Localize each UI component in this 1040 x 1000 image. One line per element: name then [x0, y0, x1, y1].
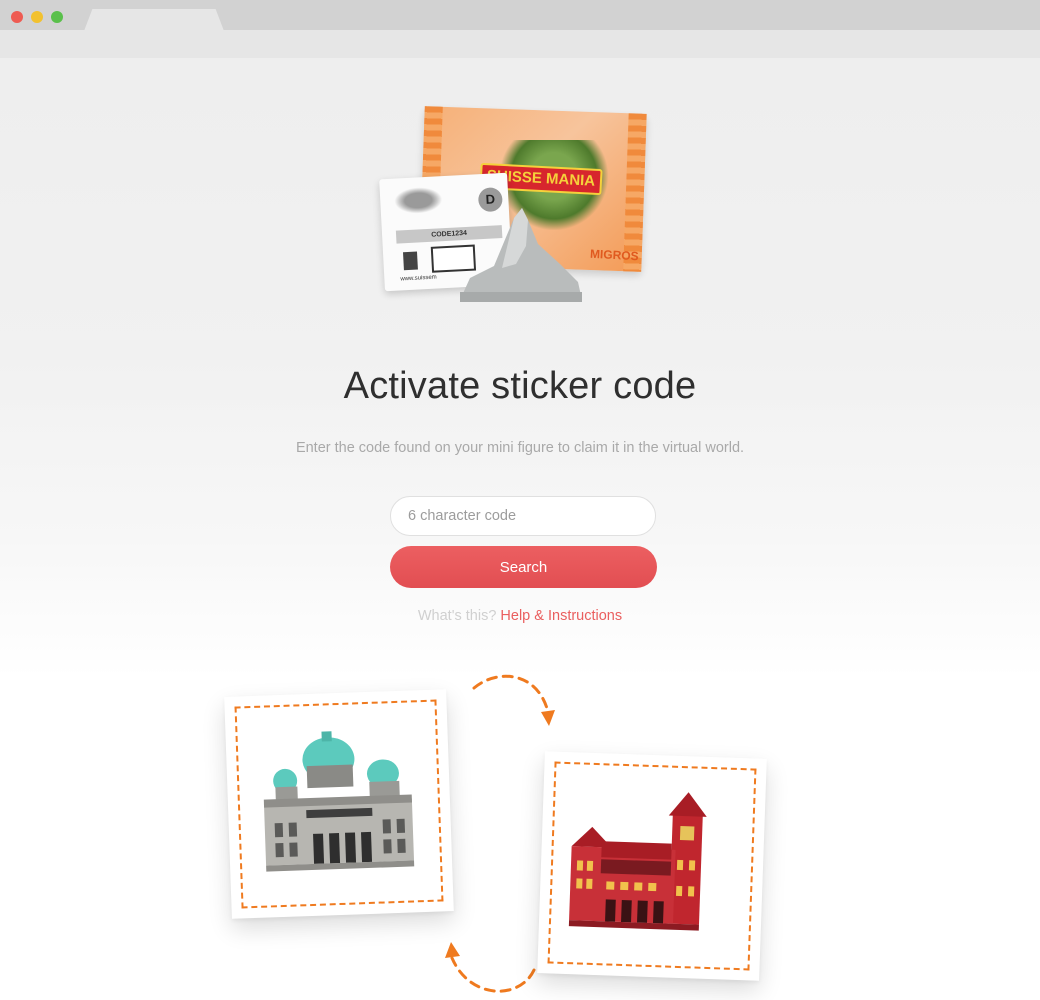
product-hero-image: SUISSE MANIA MIGROS D CODE1234 www.suiss… [379, 106, 670, 306]
page-title: Activate sticker code [343, 365, 697, 407]
card-url: www.suissem [400, 274, 437, 283]
help-instructions-link[interactable]: Help & Instructions [500, 608, 622, 624]
browser-toolbar [0, 30, 1040, 59]
sticker-code-input[interactable] [390, 496, 656, 536]
close-window-button[interactable] [11, 11, 23, 23]
minimize-window-button[interactable] [31, 11, 43, 23]
browser-tab[interactable] [84, 9, 224, 31]
switzerland-map-icon [393, 186, 443, 215]
red-town-hall-figure [568, 792, 707, 931]
curved-arrow-down-icon [472, 674, 555, 726]
building-teal-domes-figure [263, 731, 415, 872]
maximize-window-button[interactable] [51, 11, 63, 23]
browser-chrome [0, 0, 1040, 59]
search-button[interactable]: Search [390, 546, 657, 588]
help-line: What's this? Help & Instructions [0, 608, 1040, 624]
matterhorn-figure [460, 208, 582, 302]
page-content: SUISSE MANIA MIGROS D CODE1234 www.suiss… [0, 58, 1040, 1000]
curved-arrow-up-icon [445, 942, 536, 993]
figure-photo-card-left [224, 689, 454, 919]
page-subtitle: Enter the code found on your mini figure… [295, 440, 745, 456]
figure-photo-card-right [537, 751, 767, 981]
qr-icon [403, 251, 418, 271]
pack-brand: MIGROS [589, 246, 640, 264]
help-question: What's this? [417, 608, 497, 624]
